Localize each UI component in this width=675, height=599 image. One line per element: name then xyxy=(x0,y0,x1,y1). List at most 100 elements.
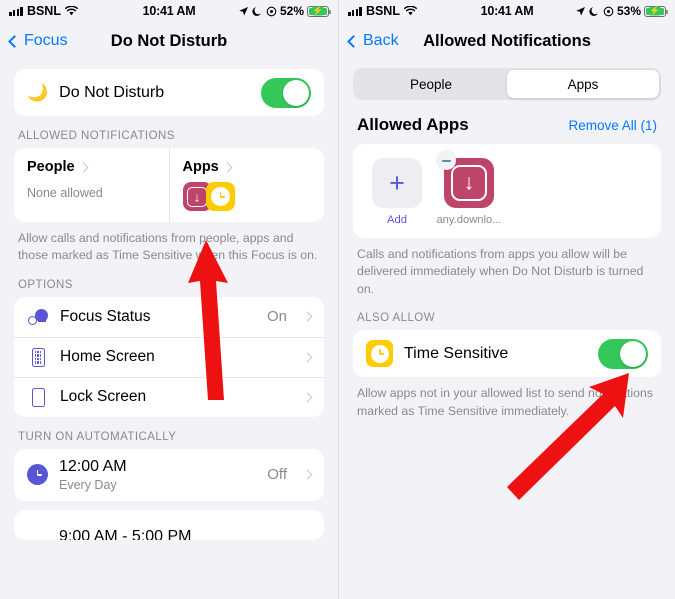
apps-label: Apps xyxy=(182,159,219,175)
segmented-control-wrap: People Apps xyxy=(339,60,675,100)
battery-charging-icon: ⚡ xyxy=(644,5,669,17)
segmented-control[interactable]: People Apps xyxy=(353,68,661,100)
moon-icon xyxy=(589,6,598,16)
apps-cell-title-row: Apps xyxy=(183,159,312,175)
remove-app-badge-icon[interactable] xyxy=(437,151,456,170)
app-cell[interactable]: ↓ any.downlo... xyxy=(436,151,502,226)
focus-circle-icon xyxy=(266,6,277,16)
status-bar-time: 10:41 AM xyxy=(480,4,534,18)
clock-icon xyxy=(27,464,48,486)
option-label: Home Screen xyxy=(60,348,155,366)
focus-status-icon xyxy=(27,308,49,325)
schedule-card: 12:00 AM Every Day Off xyxy=(14,448,324,501)
apps-icon-stack: ↓ xyxy=(182,182,312,211)
location-arrow-icon xyxy=(576,6,585,16)
options-header: OPTIONS xyxy=(18,278,73,291)
clock-app-icon xyxy=(205,182,235,211)
battery-percent-label: 52% xyxy=(279,4,305,18)
app-name-label: any.downlo... xyxy=(436,214,502,226)
remove-all-button[interactable]: Remove All (1) xyxy=(568,118,657,133)
moon-icon xyxy=(252,6,261,16)
carrier-label: BSNL xyxy=(26,4,61,18)
people-apps-split: People None allowed Apps ↓ xyxy=(14,148,324,222)
option-label: Focus Status xyxy=(60,307,151,325)
options-card: Focus Status On Home Screen Lock Screen xyxy=(14,296,324,417)
location-arrow-icon xyxy=(239,6,248,16)
turn-on-automatically-header: TURN ON AUTOMATICALLY xyxy=(18,430,177,443)
carrier-label: BSNL xyxy=(365,4,400,18)
dual-screenshot-container: BSNL 10:41 AM 52% ⚡ Focus Do Not Disturb… xyxy=(0,0,675,599)
signal-bars-icon xyxy=(9,6,23,16)
option-row-home-screen[interactable]: Home Screen xyxy=(14,336,324,377)
status-bar-left: BSNL 10:41 AM 52% ⚡ xyxy=(0,0,338,22)
status-bar-left-group: BSNL xyxy=(348,4,481,18)
schedule-time: 12:00 AM xyxy=(59,457,127,475)
right-phone-screen: BSNL 10:41 AM 53% ⚡ Back Allowed Notific… xyxy=(338,0,675,599)
time-sensitive-row[interactable]: Time Sensitive xyxy=(353,330,661,377)
apps-cell[interactable]: Apps ↓ xyxy=(168,148,325,222)
battery-percent-label: 53% xyxy=(616,4,642,18)
status-bar-right-group: 53% ⚡ xyxy=(533,4,669,18)
lock-screen-icon xyxy=(27,387,49,407)
moon-icon: 🌙 xyxy=(27,83,49,102)
home-screen-icon xyxy=(27,347,49,367)
schedule-time-partial: 9:00 AM - 5:00 PM xyxy=(59,527,192,540)
time-sensitive-clock-icon xyxy=(366,340,393,368)
also-allow-footnote: Allow apps not in your allowed list to s… xyxy=(357,386,653,418)
right-content: + Add ↓ any.downlo... Calls and notifica… xyxy=(339,144,675,420)
segment-people[interactable]: People xyxy=(355,70,507,98)
back-button-focus[interactable]: Focus xyxy=(8,32,68,50)
do-not-disturb-card: 🌙 Do Not Disturb xyxy=(14,69,324,116)
status-bar-right-group: 52% ⚡ xyxy=(195,4,332,18)
apps-grid: + Add ↓ any.downlo... xyxy=(353,144,661,238)
schedule-card-partial[interactable]: 9:00 AM - 5:00 PM xyxy=(14,509,324,540)
back-button-label: Focus xyxy=(24,32,68,49)
chevron-right-icon xyxy=(302,392,313,403)
allowed-notifications-footnote: Allow calls and notifications from peopl… xyxy=(18,231,318,263)
wifi-icon xyxy=(404,6,417,16)
signal-bars-icon xyxy=(348,6,362,16)
people-subtitle: None allowed xyxy=(27,186,103,200)
time-sensitive-toggle[interactable] xyxy=(598,338,648,369)
also-allow-header: ALSO ALLOW xyxy=(357,312,436,325)
battery-charging-icon: ⚡ xyxy=(307,5,332,17)
chevron-left-icon xyxy=(347,34,360,48)
schedule-value: Off xyxy=(267,466,287,484)
schedule-row[interactable]: 12:00 AM Every Day Off xyxy=(14,449,324,501)
add-app-button[interactable]: + xyxy=(372,158,422,208)
chevron-right-icon xyxy=(78,162,88,172)
people-label: People xyxy=(27,159,75,175)
add-app-label: Add xyxy=(387,214,407,226)
focus-circle-icon xyxy=(603,6,614,16)
option-row-lock-screen[interactable]: Lock Screen xyxy=(14,376,324,417)
option-row-focus-status[interactable]: Focus Status On xyxy=(14,297,324,337)
option-value: On xyxy=(266,308,287,326)
allowed-notifications-card: People None allowed Apps ↓ xyxy=(14,148,324,222)
status-bar-left-group: BSNL xyxy=(9,4,143,18)
allowed-notifications-header: ALLOWED NOTIFICATIONS xyxy=(18,130,175,142)
status-bar-time: 10:41 AM xyxy=(142,4,196,18)
do-not-disturb-toggle[interactable] xyxy=(261,77,311,108)
time-sensitive-label: Time Sensitive xyxy=(404,344,509,362)
option-label: Lock Screen xyxy=(60,388,147,406)
schedule-main: 12:00 AM Every Day xyxy=(59,458,256,492)
schedule-repeat: Every Day xyxy=(59,477,117,492)
segment-apps[interactable]: Apps xyxy=(507,70,659,98)
chevron-right-icon xyxy=(302,469,313,480)
chevron-right-icon xyxy=(222,162,233,172)
chevron-right-icon xyxy=(302,352,313,363)
allowed-apps-card: + Add ↓ any.downlo... xyxy=(353,144,661,238)
do-not-disturb-label: Do Not Disturb xyxy=(59,83,165,101)
status-bar-right: BSNL 10:41 AM 53% ⚡ xyxy=(339,0,675,22)
chevron-left-icon xyxy=(8,34,21,48)
left-phone-screen: BSNL 10:41 AM 52% ⚡ Focus Do Not Disturb… xyxy=(0,0,338,599)
app-icon-wrap: ↓ xyxy=(437,151,494,208)
add-app-cell[interactable]: + Add xyxy=(371,158,423,226)
nav-bar-left: Focus Do Not Disturb xyxy=(0,22,338,60)
back-button[interactable]: Back xyxy=(347,32,399,50)
also-allow-card: Time Sensitive xyxy=(353,330,661,378)
chevron-right-icon xyxy=(302,311,313,322)
allowed-apps-header: Allowed Apps Remove All (1) xyxy=(339,100,675,144)
do-not-disturb-row[interactable]: 🌙 Do Not Disturb xyxy=(14,69,324,116)
people-cell[interactable]: People None allowed xyxy=(14,148,169,222)
